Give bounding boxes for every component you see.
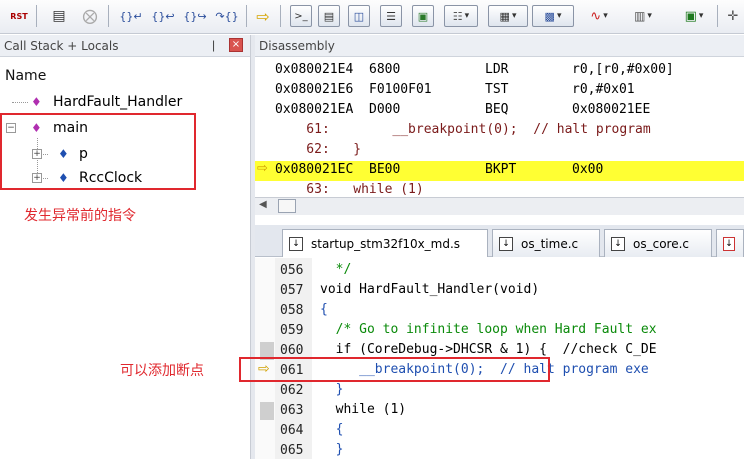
tab-label: os_core.c	[633, 236, 689, 251]
code-line[interactable]: }	[320, 442, 344, 457]
step-over-icon[interactable]: {} ↩	[150, 5, 176, 27]
watch-window-icon[interactable]: ☷	[444, 5, 478, 27]
symbols-window-icon[interactable]: ◫	[348, 5, 370, 27]
code-line[interactable]: /* Go to infinite loop when Hard Fault e…	[320, 322, 657, 337]
registers-window-icon[interactable]: ☰	[380, 5, 402, 27]
stop-icon[interactable]: ⨂	[80, 5, 100, 27]
step-out-icon[interactable]: {} ↪	[182, 5, 208, 27]
step-into-label: {}	[119, 9, 134, 23]
reset-icon[interactable]: RST	[8, 5, 30, 27]
disasm-address: 0x080021E6	[275, 82, 354, 97]
run-to-cursor-icon[interactable]: ↷{}	[214, 5, 240, 27]
disasm-mnemonic: BEQ	[485, 102, 509, 117]
scroll-thumb[interactable]	[278, 199, 296, 213]
tab-startup-stm32f10x-md[interactable]: ↓ startup_stm32f10x_md.s	[282, 229, 488, 257]
tab-os-core[interactable]: ↓ os_core.c	[604, 229, 712, 257]
file-icon: ↓	[499, 236, 513, 251]
disasm-operand: 0x00	[572, 162, 604, 177]
line-number: 060	[280, 343, 304, 358]
disasm-source-line[interactable]: 63: while (1)	[275, 182, 423, 196]
file-icon: ↓	[289, 236, 303, 251]
disasm-operand: 0x080021EE	[572, 102, 651, 117]
horizontal-scrollbar[interactable]	[255, 197, 744, 215]
toolbar-separator	[717, 5, 718, 27]
line-number: 059	[280, 323, 304, 338]
line-number: 062	[280, 383, 304, 398]
executable-line-marker[interactable]	[260, 402, 274, 420]
step-out-label: {}	[183, 9, 198, 23]
line-number: 063	[280, 403, 304, 418]
show-next-statement-icon[interactable]: ⇨	[252, 5, 274, 27]
run-icon[interactable]: ▤	[48, 5, 70, 27]
scroll-left-icon[interactable]: ◀	[259, 199, 267, 210]
disasm-mnemonic: LDR	[485, 62, 509, 77]
reset-label: RST	[10, 11, 28, 21]
command-window-icon[interactable]: >_	[290, 5, 312, 27]
code-line[interactable]: while (1)	[320, 402, 406, 417]
tab-more[interactable]: ↓	[716, 229, 744, 257]
toolbar-separator	[108, 5, 109, 27]
system-viewer-icon[interactable]: ▣	[676, 5, 712, 27]
disassembly-title: Disassembly	[255, 35, 744, 57]
disasm-opcode: F0100F01	[369, 82, 432, 97]
tree-item-hardfault-handler[interactable]: ♦ HardFault_Handler	[0, 90, 246, 114]
code-line[interactable]: {	[320, 302, 328, 317]
step-into-icon[interactable]: {} ↵	[118, 5, 144, 27]
disasm-operand: r0,#0x01	[572, 82, 635, 97]
function-icon: ♦	[31, 95, 42, 109]
pin-icon[interactable]: ❘	[209, 39, 218, 52]
tab-label: startup_stm32f10x_md.s	[311, 236, 461, 251]
tab-os-time[interactable]: ↓ os_time.c	[492, 229, 600, 257]
breakpoint-highlight-box	[239, 357, 550, 382]
disasm-opcode: BE00	[369, 162, 401, 177]
annotation-note: 可以添加断点	[120, 363, 204, 379]
close-icon[interactable]: ×	[229, 38, 243, 52]
current-instruction-arrow-icon: ⇨	[257, 161, 268, 176]
disasm-address: 0x080021EA	[275, 102, 354, 117]
line-number: 064	[280, 423, 304, 438]
disassembly-window-icon[interactable]: ▤	[318, 5, 340, 27]
toolbox-icon[interactable]: ✛	[724, 5, 742, 27]
toolbar-separator	[280, 5, 281, 27]
disasm-source-line[interactable]: 62: }	[275, 142, 361, 162]
toolbar-separator	[246, 5, 247, 27]
code-line[interactable]: {	[320, 422, 344, 437]
name-column-header[interactable]: Name	[0, 62, 250, 90]
tree-item-label: HardFault_Handler	[53, 94, 183, 110]
analysis-window-icon[interactable]: ∿	[582, 5, 616, 27]
file-icon: ↓	[611, 236, 625, 251]
code-line[interactable]: if (CoreDebug->DHCSR & 1) { //check C_DE	[320, 342, 657, 357]
tab-label: os_time.c	[521, 236, 579, 251]
disasm-mnemonic: TST	[485, 82, 509, 97]
serial-window-icon[interactable]: ▩	[532, 5, 574, 27]
code-line[interactable]: */	[320, 262, 352, 277]
annotation-note: 发生异常前的指令	[24, 208, 136, 224]
disasm-operand: r0,[r0,#0x00]	[572, 62, 674, 77]
line-number: 057	[280, 283, 304, 298]
code-line[interactable]: }	[320, 382, 344, 397]
line-number: 056	[280, 263, 304, 278]
run-to-cursor-label: {}	[224, 9, 239, 23]
toolbar-separator	[36, 5, 37, 27]
step-over-label: {}	[151, 9, 166, 23]
line-number: 058	[280, 303, 304, 318]
disasm-address: 0x080021EC	[275, 162, 354, 177]
line-number: 065	[280, 443, 304, 458]
trace-window-icon[interactable]: ▥	[626, 5, 660, 27]
call-stack-icon[interactable]: ▣	[412, 5, 434, 27]
highlight-box	[0, 113, 196, 190]
memory-window-icon[interactable]: ▦	[488, 5, 528, 27]
disasm-opcode: D000	[369, 102, 401, 117]
disasm-source-line[interactable]: 61: __breakpoint(0); // halt program	[275, 122, 650, 142]
file-icon: ↓	[723, 236, 735, 251]
disasm-opcode: 6800	[369, 62, 401, 77]
code-line[interactable]: void HardFault_Handler(void)	[320, 282, 539, 297]
disasm-mnemonic: BKPT	[485, 162, 517, 177]
disasm-address: 0x080021E4	[275, 62, 354, 77]
